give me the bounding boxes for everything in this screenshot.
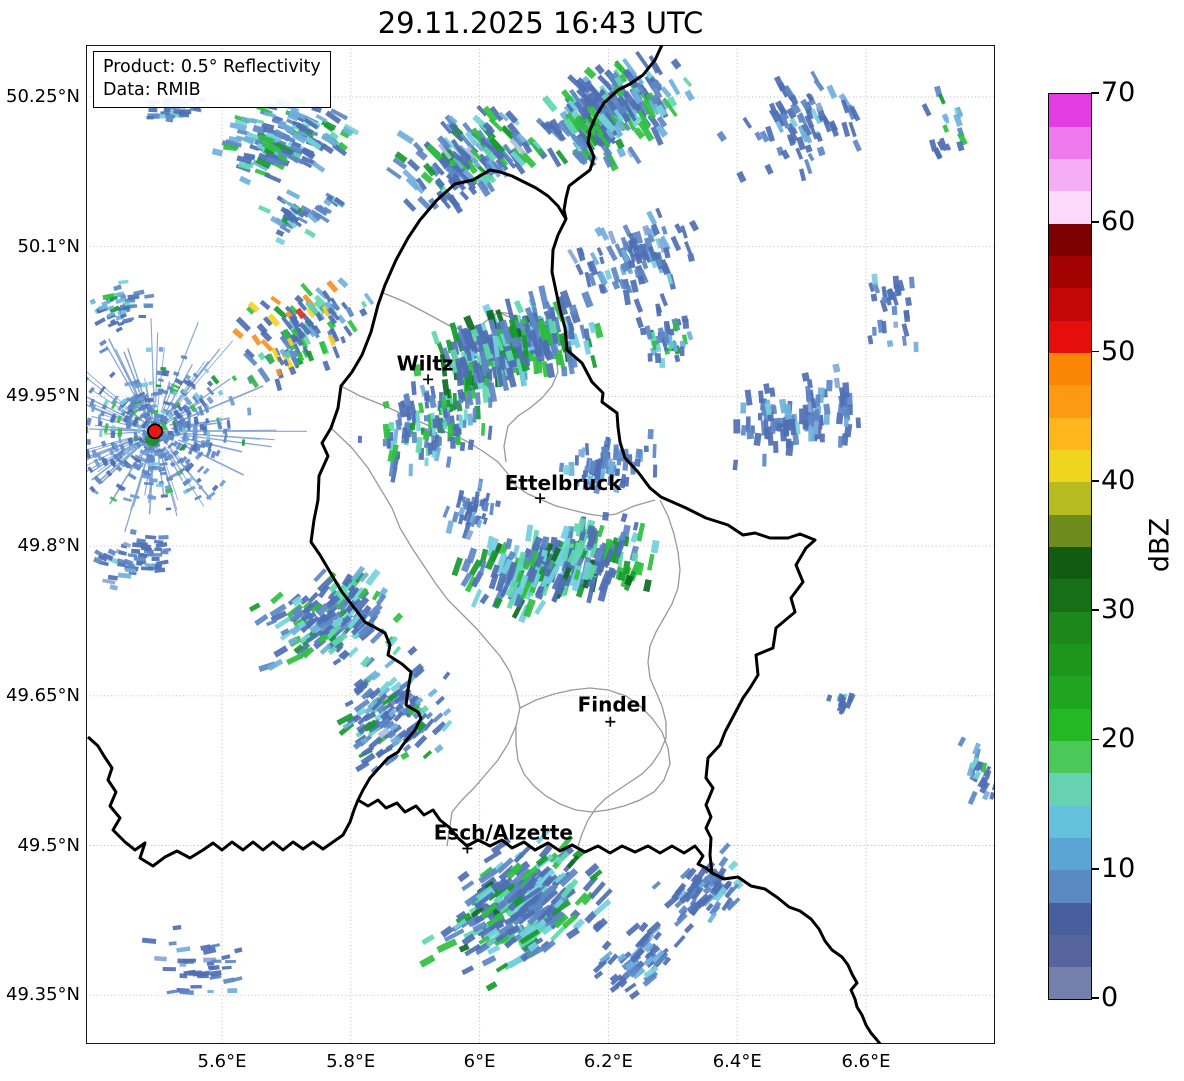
colorbar-segment — [1049, 772, 1091, 806]
lat-tick-label: 49.65°N — [6, 684, 80, 706]
lat-tick-label: 49.8°N — [17, 535, 80, 557]
product-info-line2: Data: RMIB — [103, 80, 201, 101]
lat-tick-label: 49.35°N — [6, 984, 80, 1006]
city-label: Ettelbruck — [505, 471, 622, 495]
colorbar-segment — [1049, 805, 1091, 838]
colorbar-tick-label: 70 — [1101, 77, 1136, 108]
radar-map-page: 29.11.2025 16:43 UTC Wiltz Ettelbruck Find… — [0, 0, 1184, 1081]
colorbar-tick-mark — [1091, 92, 1099, 94]
colorbar-unit-label: dBZ — [1144, 517, 1176, 573]
colorbar-segment — [1049, 546, 1091, 580]
lon-tick-label: 5.8°E — [326, 1051, 376, 1072]
colorbar-tick-label: 10 — [1101, 852, 1136, 884]
colorbar-segment — [1049, 643, 1091, 677]
colorbar-tick-mark — [1091, 221, 1099, 224]
page-title: 29.11.2025 16:43 UTC — [377, 6, 704, 40]
colorbar-tick-label: 0 — [1101, 982, 1119, 1013]
colorbar-segment — [1049, 417, 1091, 451]
colorbar-segment — [1049, 320, 1091, 354]
colorbar-segment — [1049, 578, 1091, 612]
colorbar-tick-label: 30 — [1101, 594, 1136, 626]
map-svg: Wiltz Ettelbruck Findel Esch/Alzette — [86, 45, 995, 1044]
lat-tick-label: 50.25°N — [6, 86, 80, 107]
colorbar-tick-label: 50 — [1101, 335, 1136, 367]
colorbar — [1048, 93, 1092, 1000]
colorbar-tick-mark — [1091, 997, 1099, 999]
lon-tick-label: 6°E — [463, 1051, 496, 1072]
lat-tick-label: 49.95°N — [6, 385, 80, 407]
colorbar-tick-label: 60 — [1101, 206, 1136, 238]
colorbar-segment — [1049, 449, 1091, 483]
colorbar-segment — [1049, 255, 1091, 289]
colorbar-tick-mark — [1091, 867, 1099, 870]
colorbar-segment — [1049, 869, 1091, 903]
city-label: Esch/Alzette — [434, 820, 573, 844]
colorbar-segment — [1049, 514, 1091, 547]
lon-tick-label: 6.4°E — [712, 1051, 762, 1072]
product-info-line1: Product: 0.5° Reflectivity — [103, 57, 321, 77]
colorbar-segment — [1049, 708, 1091, 741]
city-label: Findel — [578, 693, 648, 717]
colorbar-tick-label: 40 — [1101, 464, 1136, 496]
lon-tick-label: 6.6°E — [841, 1051, 891, 1072]
lat-tick-label: 49.5°N — [17, 834, 80, 856]
colorbar-segment — [1049, 740, 1091, 774]
colorbar-segment — [1049, 902, 1091, 935]
colorbar-segment — [1049, 158, 1091, 192]
colorbar-tick-mark — [1091, 609, 1099, 612]
radar-site-marker — [147, 423, 163, 440]
colorbar-segment — [1049, 675, 1091, 709]
colorbar-tick-mark — [1091, 738, 1099, 741]
colorbar-segment — [1049, 481, 1091, 515]
colorbar-segment — [1049, 966, 1091, 1000]
colorbar-segment — [1049, 837, 1091, 871]
lon-tick-label: 5.6°E — [197, 1051, 247, 1072]
lon-tick-label: 6.2°E — [583, 1051, 633, 1072]
colorbar-segment — [1049, 190, 1091, 224]
colorbar-segment — [1049, 352, 1091, 386]
colorbar-segment — [1049, 223, 1091, 257]
colorbar-segment — [1049, 611, 1091, 644]
colorbar-segment — [1049, 384, 1091, 418]
colorbar-tick-mark — [1091, 479, 1099, 482]
colorbar-segment — [1049, 126, 1091, 160]
colorbar-segment — [1049, 934, 1091, 968]
city-label: Wiltz — [397, 351, 454, 375]
colorbar-segment — [1049, 94, 1091, 127]
product-info-box: Product: 0.5° Reflectivity Data: RMIB — [93, 51, 331, 109]
colorbar-tick-mark — [1091, 350, 1099, 353]
colorbar-tick-label: 20 — [1101, 723, 1136, 755]
colorbar-segment — [1049, 287, 1091, 321]
lat-tick-label: 50.1°N — [17, 235, 80, 257]
plot-area: Wiltz Ettelbruck Findel Esch/Alzette Produc… — [86, 45, 995, 1044]
